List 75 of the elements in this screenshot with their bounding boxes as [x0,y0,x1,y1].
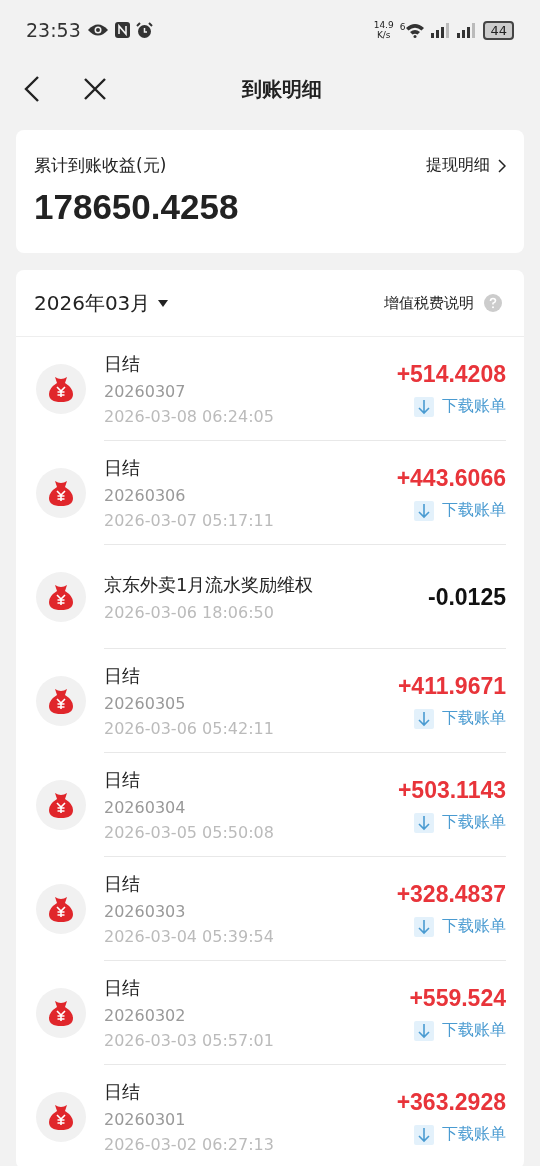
entry-code: 20260305 [104,694,187,713]
money-bag-icon [36,780,86,830]
caret-down-icon [158,299,169,307]
tax-note-link[interactable]: 增值税费说明 [384,293,502,313]
withdraw-detail-link[interactable]: 提现明细 [426,155,506,176]
download-icon [414,916,434,937]
entry-title: 日结 [104,976,141,1000]
entry-amount: +559.524 [409,985,506,1012]
download-icon [414,500,434,521]
money-bag-icon [36,676,86,726]
entry-amount: -0.0125 [428,583,506,611]
money-bag-icon [36,364,86,414]
battery-indicator: 44 [483,20,514,40]
nfc-icon [114,22,130,38]
entry-code: 20260306 [104,486,187,505]
network-speed: 14.9 [373,20,394,30]
download-bill-link[interactable]: 下载账单 [414,396,506,417]
entry-title: 日结 [104,1080,141,1104]
entry-code: 20260301 [104,1110,187,1129]
entry-time: 2026-03-03 05:57:01 [104,1031,275,1050]
download-bill-link[interactable]: 下载账单 [414,916,506,937]
money-bag-icon [36,884,86,934]
total-amount: 178650.4258 [34,187,240,227]
entry-time: 2026-03-06 05:42:11 [104,719,275,738]
download-icon [414,1020,434,1041]
eye-icon [86,23,109,37]
close-icon[interactable] [84,78,106,100]
entry-title: 日结 [104,456,141,480]
money-bag-icon [36,468,86,518]
download-bill-link[interactable]: 下载账单 [414,708,506,729]
download-bill-link[interactable]: 下载账单 [414,500,506,521]
back-icon[interactable] [24,76,40,102]
entry-title: 日结 [104,768,141,792]
entry-title: 京东外卖1月流水奖励维权 [104,572,315,597]
entry-time: 2026-03-07 05:17:11 [104,511,275,530]
help-icon [484,294,502,312]
entry-amount: +443.6066 [396,465,506,492]
entry-title: 日结 [104,352,141,376]
entry-title: 日结 [104,872,141,896]
money-bag-icon [36,572,86,622]
chevron-right-icon [498,158,506,173]
status-time: 23:53 [26,19,81,41]
entry-time: 2026-03-05 05:50:08 [104,823,275,842]
entry-time: 2026-03-02 06:27:13 [104,1135,275,1154]
entry-time: 2026-03-06 18:06:50 [104,602,275,622]
money-bag-icon [36,988,86,1038]
entry-code: 20260302 [104,1006,187,1025]
entry-code: 20260304 [104,798,187,817]
entry-amount: +363.2928 [396,1089,506,1116]
download-bill-link[interactable]: 下载账单 [414,1020,506,1041]
signal-icon [457,22,478,38]
entry-amount: +514.4208 [396,361,506,388]
alarm-icon [135,21,153,39]
entry-amount: +328.4837 [396,881,506,908]
entry-time: 2026-03-04 05:39:54 [104,927,275,946]
download-icon [414,1124,434,1145]
money-bag-icon [36,1092,86,1142]
signal-icon [431,22,452,38]
download-icon [414,812,434,833]
speed-unit: K/s [376,30,391,40]
summary-label: 累计到账收益(元) [34,154,167,177]
entry-amount: +503.1143 [397,777,506,804]
download-icon [414,708,434,729]
entry-code: 20260303 [104,902,187,921]
page-title: 到账明细 [242,75,322,103]
download-bill-link[interactable]: 下载账单 [414,1124,506,1145]
wifi-label: 6 [399,22,406,32]
entry-time: 2026-03-08 06:24:05 [104,407,275,426]
download-icon [414,396,434,417]
entry-title: 日结 [104,664,141,688]
wifi-icon [405,22,426,38]
entry-code: 20260307 [104,382,187,401]
download-bill-link[interactable]: 下载账单 [414,812,506,833]
month-picker[interactable]: 2026年03月 [34,289,169,317]
entry-amount: +411.9671 [397,673,506,700]
